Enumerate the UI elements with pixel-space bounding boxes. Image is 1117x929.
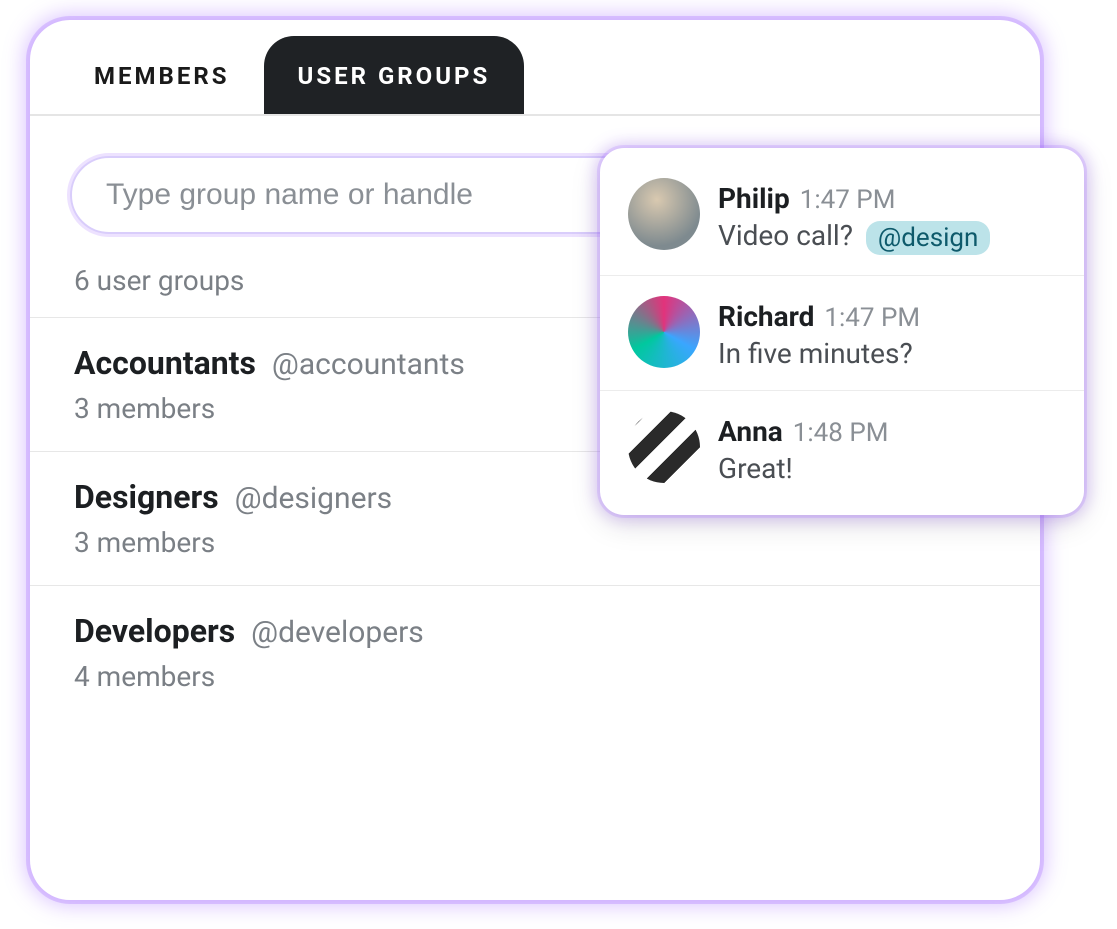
message-author: Philip: [718, 182, 790, 215]
message-text: Great!: [718, 452, 1056, 485]
message-time: 1:47 PM: [824, 303, 920, 333]
group-handle: @designers: [235, 481, 393, 516]
avatar: [628, 296, 700, 368]
tab-user-groups[interactable]: USER GROUPS: [264, 36, 525, 114]
avatar: [628, 178, 700, 250]
mention-pill[interactable]: @design: [866, 221, 991, 255]
chat-message[interactable]: Philip 1:47 PM Video call? @design: [600, 158, 1084, 275]
message-time: 1:48 PM: [793, 418, 889, 448]
group-handle: @developers: [251, 615, 424, 650]
message-text: Video call? @design: [718, 219, 1056, 255]
group-name: Accountants: [74, 344, 256, 382]
group-name: Designers: [74, 478, 219, 516]
message-author: Richard: [718, 300, 814, 333]
chat-message[interactable]: Richard 1:47 PM In five minutes?: [600, 275, 1084, 390]
tabs-bar: MEMBERS USER GROUPS: [30, 30, 1040, 116]
chat-popover: Philip 1:47 PM Video call? @design Richa…: [600, 148, 1084, 515]
tab-members[interactable]: MEMBERS: [60, 36, 264, 114]
group-members-count: 3 members: [74, 526, 996, 559]
message-time: 1:47 PM: [800, 185, 896, 215]
group-name: Developers: [74, 612, 235, 650]
message-author: Anna: [718, 415, 783, 448]
group-handle: @accountants: [272, 347, 465, 382]
group-item[interactable]: Developers @developers 4 members: [30, 585, 1040, 719]
group-members-count: 4 members: [74, 660, 996, 693]
avatar: [628, 411, 700, 483]
chat-message[interactable]: Anna 1:48 PM Great!: [600, 390, 1084, 505]
message-text: In five minutes?: [718, 337, 1056, 370]
